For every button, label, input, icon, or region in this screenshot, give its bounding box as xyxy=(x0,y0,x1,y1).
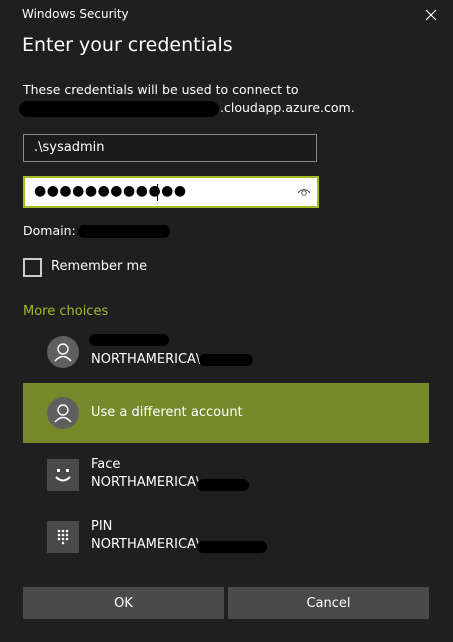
account-name: Use a different account xyxy=(91,405,243,420)
domain-label-text: Domain: xyxy=(23,223,76,238)
text-caret xyxy=(157,184,158,201)
remember-me-label: Remember me xyxy=(51,259,148,274)
redacted-domain xyxy=(78,225,170,238)
person-icon xyxy=(54,343,72,362)
credentials-dialog: Windows Security Enter your credentials … xyxy=(0,0,453,642)
password-input[interactable]: ●●●●●●●●●●●● xyxy=(23,176,319,208)
face-icon xyxy=(55,469,71,482)
info-line1: These credentials will be used to connec… xyxy=(23,82,299,97)
account-domain: NORTHAMERICA\ xyxy=(91,537,201,552)
account-option-face[interactable]: Face NORTHAMERICA\ xyxy=(23,445,429,505)
connection-info: These credentials will be used to connec… xyxy=(19,81,423,117)
close-icon xyxy=(425,9,437,21)
account-option-pin[interactable]: PIN NORTHAMERICA\ xyxy=(23,507,429,567)
pin-keypad-icon xyxy=(57,529,69,545)
window-title: Windows Security xyxy=(22,7,129,21)
more-choices-link[interactable]: More choices xyxy=(23,304,108,319)
info-line2: .cloudapp.azure.com. xyxy=(19,99,423,117)
password-mask: ●●●●●●●●●●●● xyxy=(34,183,187,199)
face-tile xyxy=(47,459,79,491)
avatar xyxy=(47,336,79,368)
redacted-account-name xyxy=(89,334,169,346)
account-domain: NORTHAMERICA\ xyxy=(91,352,201,367)
account-option-1[interactable]: NORTHAMERICA\ xyxy=(23,322,429,382)
remember-me-checkbox[interactable] xyxy=(23,258,42,277)
account-option-different[interactable]: Use a different account xyxy=(23,383,429,443)
close-button[interactable] xyxy=(420,4,442,26)
avatar xyxy=(47,397,79,429)
ok-button[interactable]: OK xyxy=(23,587,224,619)
account-name: Face xyxy=(91,457,121,472)
redacted-account-user xyxy=(197,479,249,491)
redaction-mark xyxy=(19,101,219,117)
redacted-account-user xyxy=(199,354,253,366)
domain-label: Domain: xyxy=(23,223,76,238)
username-input[interactable]: .\sysadmin xyxy=(23,134,317,162)
page-title: Enter your credentials xyxy=(22,34,233,56)
reveal-password-icon[interactable] xyxy=(297,185,311,199)
cancel-button[interactable]: Cancel xyxy=(228,587,429,619)
pin-tile xyxy=(47,521,79,553)
info-line2-suffix: .cloudapp.azure.com. xyxy=(220,100,355,115)
account-domain: NORTHAMERICA\ xyxy=(91,475,201,490)
person-icon xyxy=(54,404,72,423)
redacted-account-user xyxy=(197,541,267,553)
account-name: PIN xyxy=(91,519,113,534)
